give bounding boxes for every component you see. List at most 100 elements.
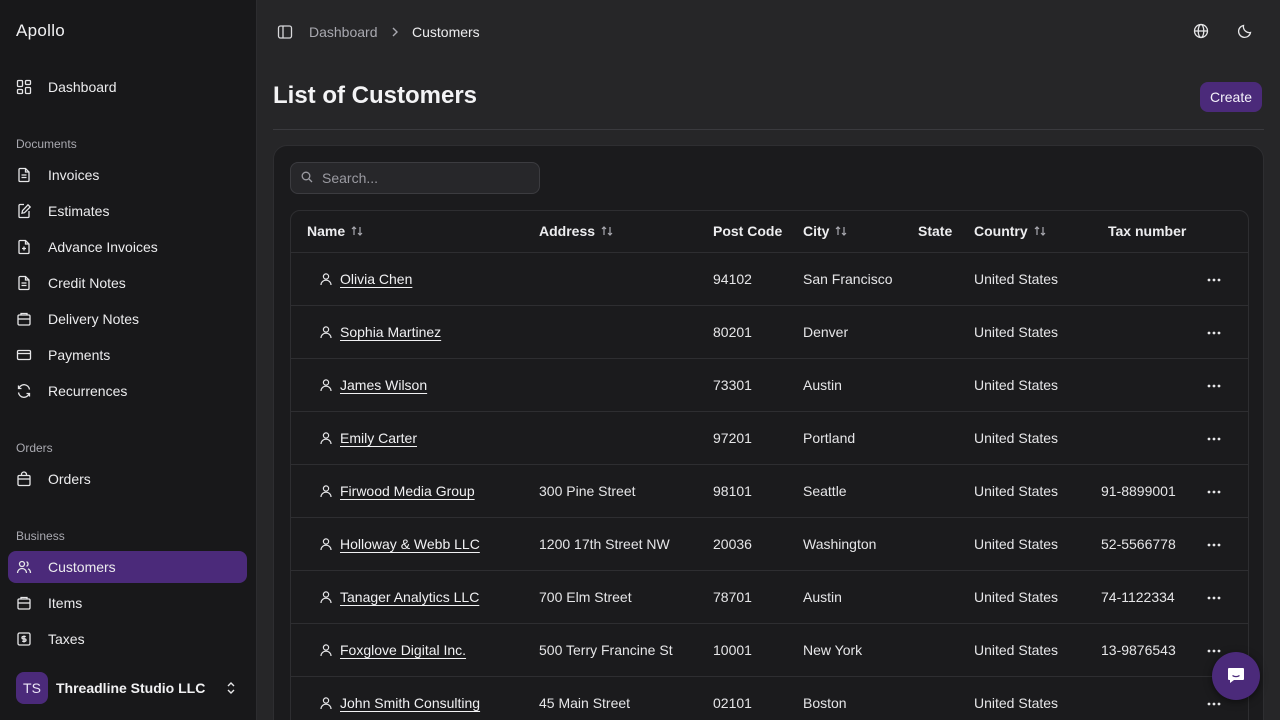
chat-button[interactable] <box>1212 652 1260 700</box>
cell-city: Boston <box>803 695 847 711</box>
breadcrumb-dashboard[interactable]: Dashboard <box>309 24 378 40</box>
sidebar-item-orders[interactable]: Orders <box>8 463 247 495</box>
sidebar: Apollo Dashboard Documents Invoices Esti… <box>0 0 257 720</box>
section-label-documents: Documents <box>16 137 77 151</box>
customer-name-link[interactable]: Emily Carter <box>340 430 417 446</box>
sidebar-item-label: Invoices <box>48 167 100 183</box>
chevron-right-icon <box>389 25 401 39</box>
cell-tax-number: 91-8899001 <box>1101 483 1176 499</box>
language-button[interactable] <box>1189 20 1213 44</box>
column-label: Country <box>974 223 1028 239</box>
column-header-country[interactable]: Country <box>974 223 1047 239</box>
more-actions-icon[interactable] <box>1205 536 1223 554</box>
customer-name-link[interactable]: Sophia Martinez <box>340 324 441 340</box>
sidebar-item-credit-notes[interactable]: Credit Notes <box>8 267 247 299</box>
sidebar-item-items[interactable]: Items <box>8 587 247 619</box>
sidebar-toggle-icon[interactable] <box>277 24 293 40</box>
column-label: Name <box>307 223 346 239</box>
receipt-icon <box>16 631 32 647</box>
more-actions-icon[interactable] <box>1205 695 1223 713</box>
table-row: Sophia Martinez 80201 Denver United States <box>291 306 1248 359</box>
cell-city: Denver <box>803 324 849 340</box>
account-switcher[interactable]: TS Threadline Studio LLC <box>8 670 247 706</box>
cell-country: United States <box>974 324 1059 340</box>
more-actions-icon[interactable] <box>1205 589 1223 607</box>
sidebar-item-recurrences[interactable]: Recurrences <box>8 375 247 407</box>
user-icon <box>319 272 333 286</box>
cell-post-code: 10001 <box>713 642 752 658</box>
sidebar-item-payments[interactable]: Payments <box>8 339 247 371</box>
column-label: City <box>803 223 830 239</box>
column-header-city[interactable]: City <box>803 223 848 239</box>
cell-address: 300 Pine Street <box>539 483 636 499</box>
sidebar-item-taxes[interactable]: Taxes <box>8 623 247 655</box>
section-label-business: Business <box>16 529 65 543</box>
user-icon <box>319 696 333 710</box>
customer-name-link[interactable]: Olivia Chen <box>340 271 412 287</box>
table-row: Olivia Chen 94102 San Francisco United Stat… <box>291 253 1248 306</box>
cell-country: United States <box>974 483 1059 499</box>
cell-tax-number: 74-1122334 <box>1101 589 1175 605</box>
file-plus-icon <box>16 239 32 255</box>
cell-country: United States <box>974 695 1059 711</box>
shopping-bag-icon <box>16 471 32 487</box>
divider <box>273 129 1264 130</box>
sort-icon <box>600 224 614 238</box>
section-label-orders: Orders <box>16 441 53 455</box>
more-actions-icon[interactable] <box>1205 271 1223 289</box>
table-row: James Wilson 73301 Austin United States <box>291 359 1248 412</box>
theme-toggle-button[interactable] <box>1233 20 1257 44</box>
sidebar-item-customers[interactable]: Customers <box>8 551 247 583</box>
sidebar-item-label: Dashboard <box>48 79 117 95</box>
create-button[interactable]: Create <box>1200 82 1262 112</box>
cell-country: United States <box>974 271 1059 287</box>
cell-post-code: 80201 <box>713 324 752 340</box>
sidebar-item-dashboard[interactable]: Dashboard <box>8 71 247 103</box>
sidebar-item-delivery-notes[interactable]: Delivery Notes <box>8 303 247 335</box>
breadcrumb-current: Customers <box>412 24 480 40</box>
sidebar-item-label: Payments <box>48 347 111 363</box>
cell-address: 1200 17th Street NW <box>539 536 670 552</box>
user-icon <box>319 537 333 551</box>
account-name: Threadline Studio LLC <box>56 680 206 696</box>
dashboard-icon <box>16 79 32 95</box>
user-icon <box>319 378 333 392</box>
cell-post-code: 98101 <box>713 483 752 499</box>
customer-name-link[interactable]: Firwood Media Group <box>340 483 475 499</box>
more-actions-icon[interactable] <box>1205 430 1223 448</box>
customer-name-link[interactable]: Foxglove Digital Inc. <box>340 642 466 658</box>
sidebar-item-label: Customers <box>48 559 116 575</box>
table-row: John Smith Consulting 45 Main Street 02101… <box>291 677 1248 720</box>
user-icon <box>319 484 333 498</box>
table-row: Firwood Media Group 300 Pine Street 98101 S… <box>291 465 1248 518</box>
cell-post-code: 02101 <box>713 695 752 711</box>
column-header-tax-number: Tax number <box>1108 223 1187 239</box>
customer-name-link[interactable]: James Wilson <box>340 377 427 393</box>
sidebar-item-advance-invoices[interactable]: Advance Invoices <box>8 231 247 263</box>
more-actions-icon[interactable] <box>1205 483 1223 501</box>
more-actions-icon[interactable] <box>1205 377 1223 395</box>
customer-name-link[interactable]: Holloway & Webb LLC <box>340 536 480 552</box>
cell-post-code: 73301 <box>713 377 752 393</box>
table-row: Emily Carter 97201 Portland United States <box>291 412 1248 465</box>
cell-post-code: 20036 <box>713 536 752 552</box>
file-text-icon <box>16 167 32 183</box>
search-box[interactable] <box>290 162 540 194</box>
cell-country: United States <box>974 589 1059 605</box>
search-icon <box>301 170 313 186</box>
avatar: TS <box>16 672 48 704</box>
column-header-name[interactable]: Name <box>307 223 364 239</box>
customer-name-link[interactable]: John Smith Consulting <box>340 695 480 711</box>
cell-country: United States <box>974 430 1059 446</box>
user-icon <box>319 590 333 604</box>
search-input[interactable] <box>322 170 522 186</box>
customer-name-link[interactable]: Tanager Analytics LLC <box>340 589 479 605</box>
table-row: Tanager Analytics LLC 700 Elm Street 78701… <box>291 571 1248 624</box>
column-header-address[interactable]: Address <box>539 223 614 239</box>
sidebar-item-invoices[interactable]: Invoices <box>8 159 247 191</box>
cell-address: 500 Terry Francine St <box>539 642 673 658</box>
column-label: Address <box>539 223 596 239</box>
sidebar-item-estimates[interactable]: Estimates <box>8 195 247 227</box>
cell-country: United States <box>974 536 1059 552</box>
more-actions-icon[interactable] <box>1205 324 1223 342</box>
